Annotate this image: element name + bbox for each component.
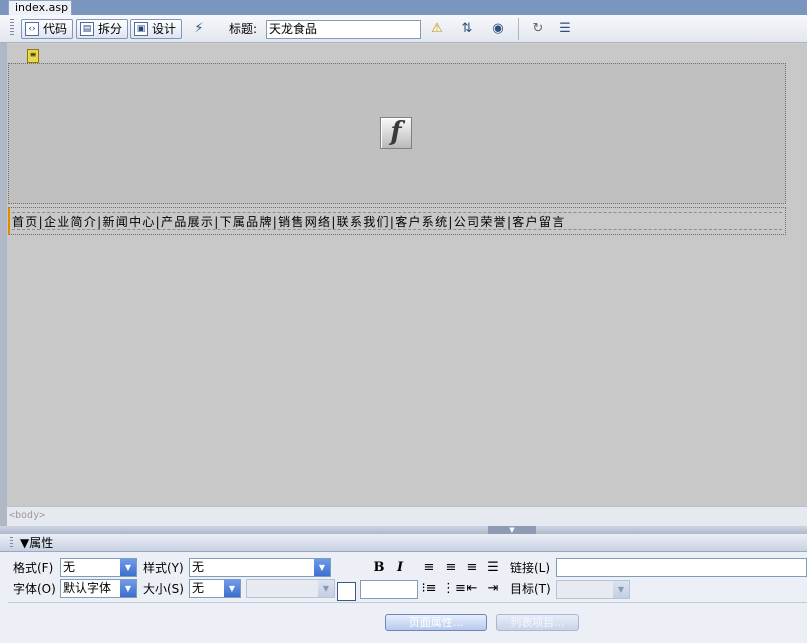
- link-label: 链接(L): [510, 561, 551, 575]
- list-item-button: 列表项目...: [496, 614, 579, 631]
- split-view-icon: ▤: [80, 22, 94, 36]
- style-label: 样式(Y): [143, 561, 184, 575]
- code-view-label: 代码: [43, 22, 68, 36]
- italic-icon[interactable]: I: [391, 559, 409, 577]
- splitter-collapse-handle[interactable]: ▼: [488, 526, 536, 534]
- flash-icon: f: [380, 117, 412, 149]
- indent-icon[interactable]: ⇥: [484, 580, 502, 598]
- bold-icon[interactable]: B: [370, 559, 388, 577]
- format-select[interactable]: 无 ▼: [60, 558, 137, 577]
- properties-grip[interactable]: [10, 537, 13, 549]
- title-label: 标题:: [229, 22, 258, 36]
- file-management-icon[interactable]: ⇅: [456, 19, 478, 39]
- code-view-button[interactable]: ‹› 代码: [21, 19, 74, 39]
- unordered-list-icon[interactable]: ⁝≡: [420, 580, 438, 598]
- chevron-down-icon: ▼: [613, 581, 629, 598]
- panel-splitter[interactable]: [0, 526, 807, 534]
- canvas-left-edge: [0, 43, 7, 530]
- format-label: 格式(F): [13, 561, 54, 575]
- document-tab-label: index.asp: [15, 1, 69, 14]
- page-properties-button[interactable]: 页面属性...: [385, 614, 487, 631]
- size-value: 无: [192, 581, 205, 595]
- chevron-down-icon: ▼: [120, 580, 136, 597]
- link-input[interactable]: [556, 558, 807, 577]
- text-color-input[interactable]: [360, 580, 418, 599]
- invisible-element-marker-icon[interactable]: ≡: [27, 49, 39, 63]
- chevron-down-icon: ▼: [120, 559, 136, 576]
- refresh-icon[interactable]: ↻: [527, 19, 549, 39]
- chevron-down-icon: ▼: [224, 580, 240, 597]
- toolbar-separator: [518, 18, 519, 40]
- style-value: 无: [192, 560, 205, 574]
- properties-panel-header[interactable]: [0, 534, 807, 552]
- font-label: 字体(O): [13, 582, 56, 596]
- validate-warning-icon[interactable]: ⚠: [426, 19, 448, 39]
- design-view-label: 设计: [152, 22, 177, 36]
- properties-divider: [8, 602, 807, 603]
- view-options-icon[interactable]: ☰: [554, 19, 576, 39]
- justify-icon[interactable]: ☰: [484, 559, 502, 577]
- ordered-list-icon[interactable]: ⋮≡: [442, 580, 466, 598]
- split-view-button[interactable]: ▤ 拆分: [76, 19, 129, 39]
- preview-browser-icon[interactable]: ◉: [487, 19, 509, 39]
- document-tab-index-asp[interactable]: index.asp: [8, 0, 72, 15]
- size-unit-select: ▼: [246, 579, 335, 598]
- align-left-icon[interactable]: ≡: [420, 559, 438, 577]
- style-select[interactable]: 无 ▼: [189, 558, 331, 577]
- design-view-icon: ▣: [134, 22, 148, 36]
- outdent-icon[interactable]: ⇤: [463, 580, 481, 598]
- toolbar-grip[interactable]: [10, 19, 14, 37]
- live-view-icon[interactable]: ⚡: [188, 19, 210, 39]
- design-view-button[interactable]: ▣ 设计: [130, 19, 183, 39]
- target-label: 目标(T): [510, 582, 551, 596]
- body-tag[interactable]: <body>: [9, 509, 45, 523]
- size-label: 大小(S): [143, 582, 184, 596]
- code-view-icon: ‹›: [25, 22, 39, 36]
- tag-selector-bar: [7, 506, 807, 526]
- font-select[interactable]: 默认字体 ▼: [60, 579, 137, 598]
- font-value: 默认字体: [63, 581, 112, 595]
- properties-title[interactable]: ▼属性: [20, 535, 53, 551]
- align-center-icon[interactable]: ≡: [442, 559, 460, 577]
- nav-menu-text[interactable]: 首页|企业简介|新闻中心|产品展示|下属品牌|销售网络|联系我们|客户系统|公司…: [12, 212, 782, 230]
- document-tab-strip: [0, 0, 807, 15]
- align-right-icon[interactable]: ≡: [463, 559, 481, 577]
- split-view-label: 拆分: [98, 22, 123, 36]
- chevron-down-icon: ▼: [314, 559, 330, 576]
- format-value: 无: [63, 560, 76, 574]
- text-color-picker[interactable]: [337, 582, 356, 601]
- target-select: ▼: [556, 580, 630, 599]
- size-select[interactable]: 无 ▼: [189, 579, 241, 598]
- chevron-down-icon: ▼: [318, 580, 334, 597]
- page-title-input[interactable]: 天龙食品: [266, 20, 421, 39]
